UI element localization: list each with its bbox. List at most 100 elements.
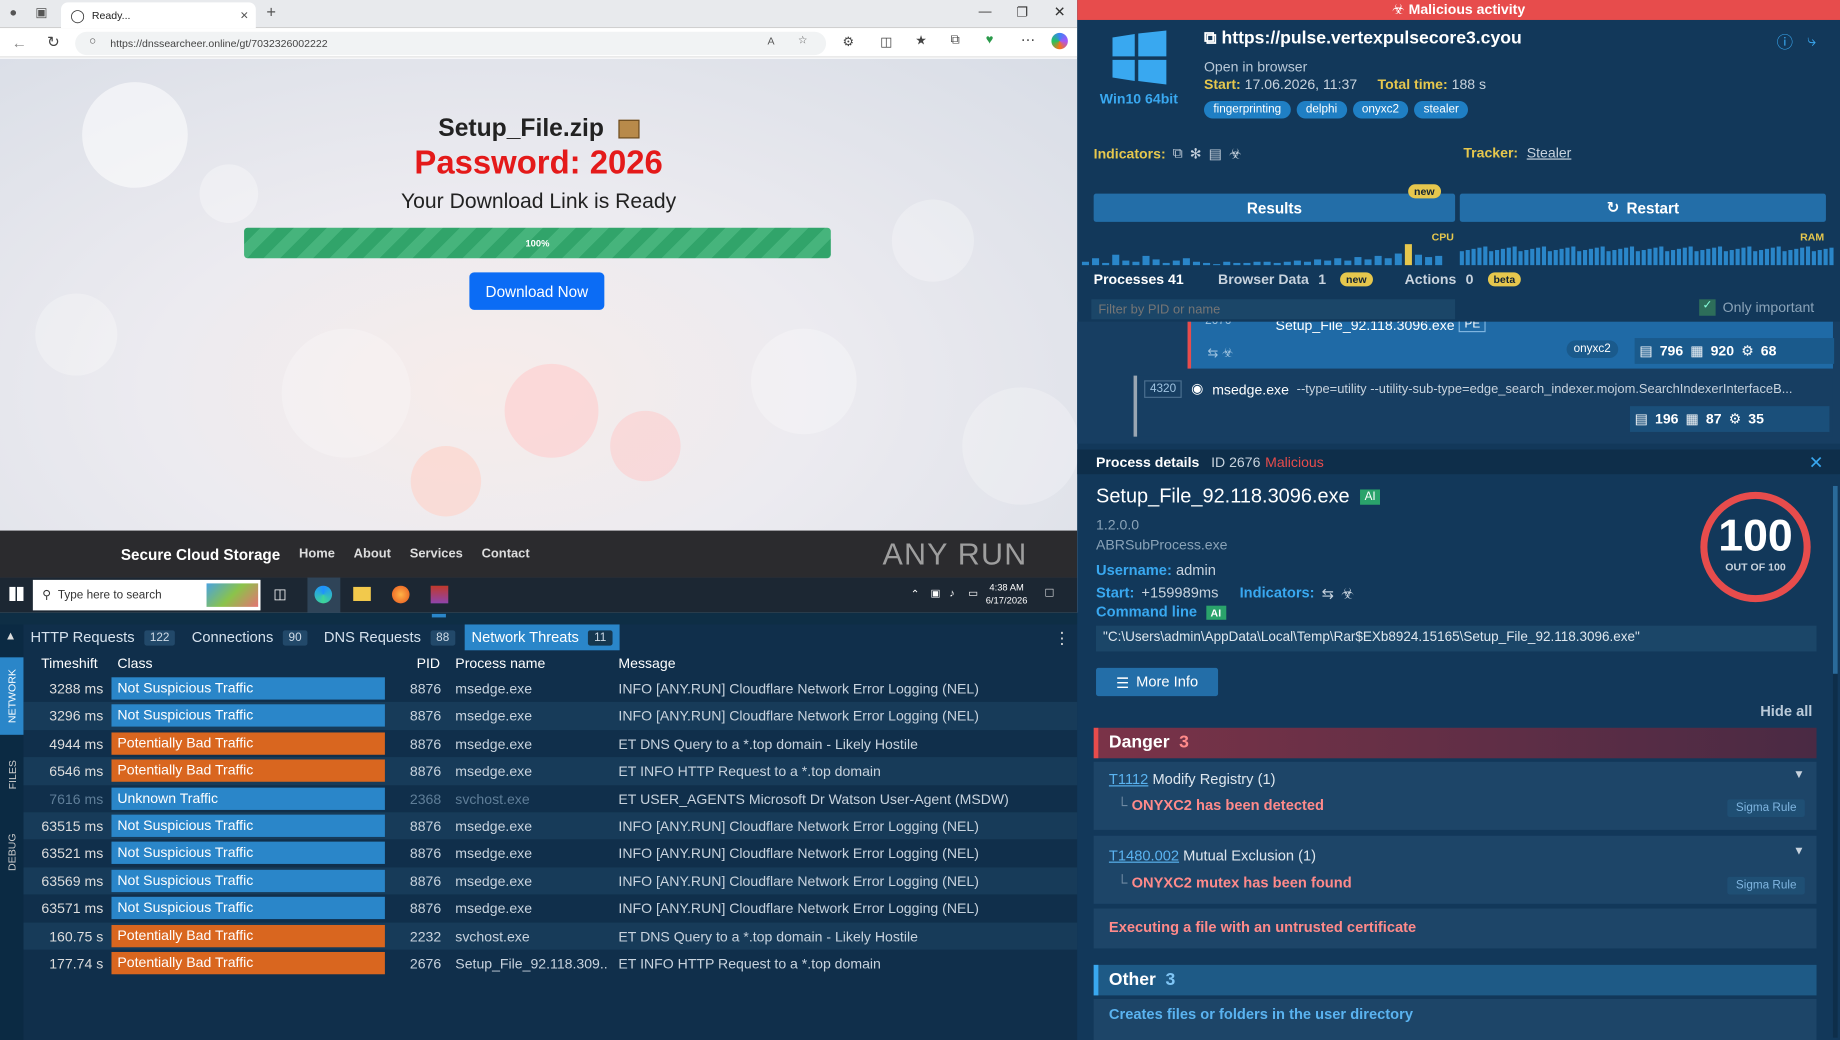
expand-chevron-icon[interactable]: ▼ xyxy=(1793,769,1805,782)
tab-http-requests[interactable]: HTTP Requests 122 xyxy=(23,624,182,650)
table-row[interactable]: 63569 ms Not Suspicious Traffic 8876 msedge… xyxy=(23,867,1078,895)
other-item-user-dir[interactable]: Creates files or folders in the user dir… xyxy=(1093,998,1817,1040)
side-tab-debug[interactable]: DEBUG xyxy=(0,819,23,885)
table-row[interactable]: 177.74 s Potentially Bad Traffic 2676 Setup… xyxy=(23,950,1077,977)
favorite-star-icon[interactable]: ☆ xyxy=(798,34,807,47)
checkbox-icon[interactable]: ✓ xyxy=(1699,299,1716,316)
hide-all-link[interactable]: Hide all xyxy=(1760,703,1812,719)
danger-item-untrusted-cert[interactable]: Executing a file with an untrusted certi… xyxy=(1093,908,1817,949)
table-row[interactable]: 6546 ms Potentially Bad Traffic 8876 msedge… xyxy=(23,757,1078,785)
table-row[interactable]: 160.75 s Potentially Bad Traffic 2232 svcho… xyxy=(23,922,1078,950)
tab-actions-icon[interactable]: ▣ xyxy=(35,5,47,20)
tab-actions[interactable]: Actions 0 beta xyxy=(1405,269,1522,290)
details-biohazard-icon[interactable]: ☣ xyxy=(1341,585,1354,602)
danger-item-t1112[interactable]: T1112 Modify Registry (1) ▼ └ ONYXC2 has… xyxy=(1093,761,1817,830)
details-scrollbar[interactable] xyxy=(1832,485,1838,1038)
share-icon[interactable]: ⤷ xyxy=(1807,31,1816,51)
network-icon[interactable]: ▣ xyxy=(931,587,941,600)
indicator-document-icon[interactable]: ▤ xyxy=(1209,145,1222,161)
process-row-4320[interactable]: 4320 ◉ msedge.exe --type=utility --utili… xyxy=(1133,375,1833,437)
taskbar-search[interactable]: ⚲ Type here to search xyxy=(32,579,261,611)
read-aloud-icon[interactable]: A xyxy=(767,35,774,47)
profile-icon[interactable]: ● xyxy=(9,6,17,20)
nav-contact[interactable]: Contact xyxy=(482,547,530,561)
task-view-icon[interactable]: ◫ xyxy=(273,586,286,602)
tab-network-threats[interactable]: Network Threats 11 xyxy=(464,624,620,651)
only-important-toggle[interactable]: ✓ Only important xyxy=(1699,299,1814,316)
table-row[interactable]: 63571 ms Not Suspicious Traffic 8876 msedge… xyxy=(23,895,1077,922)
file-explorer-icon[interactable] xyxy=(353,586,371,601)
task-url[interactable]: ⧉ https://pulse.vertexpulsecore3.cyou xyxy=(1204,28,1522,48)
restart-button[interactable]: ↻ Restart xyxy=(1459,193,1826,222)
danger-item-t1480[interactable]: T1480.002 Mutual Exclusion (1) ▼ └ ONYXC… xyxy=(1093,835,1817,904)
favorites-icon[interactable]: ★ xyxy=(915,33,927,48)
technique-t1112-link[interactable]: T1112 xyxy=(1109,771,1148,787)
table-row[interactable]: 4944 ms Potentially Bad Traffic 8876 msedge… xyxy=(23,730,1077,757)
tab-dns-requests[interactable]: DNS Requests 88 xyxy=(317,624,462,650)
proc1-tag[interactable]: onyxc2 xyxy=(1566,340,1618,359)
ai-badge[interactable]: AI xyxy=(1359,489,1381,505)
copy-icon[interactable]: ⧉ xyxy=(1204,28,1217,48)
collapse-up-icon[interactable]: ▲ xyxy=(5,630,17,643)
details-network-icon[interactable]: ⇆ xyxy=(1322,585,1334,602)
firefox-icon[interactable] xyxy=(391,585,410,604)
tab-connections[interactable]: Connections 90 xyxy=(185,624,315,650)
command-line-value[interactable]: "C:\Users\admin\AppData\Local\Temp\Rar$E… xyxy=(1096,625,1817,652)
volume-icon[interactable]: ♪ xyxy=(949,587,954,599)
side-tab-files[interactable]: FILES xyxy=(0,742,23,808)
info-icon[interactable]: ⓘ xyxy=(1777,31,1793,54)
edge-icon[interactable] xyxy=(314,585,333,604)
indicator-copy-icon[interactable]: ⧉ xyxy=(1173,144,1183,162)
more-info-button[interactable]: ☰ More Info xyxy=(1096,667,1219,697)
back-icon[interactable]: ← xyxy=(12,34,27,52)
display-icon[interactable]: ▭ xyxy=(968,587,978,600)
browser-essentials-icon[interactable]: ♥ xyxy=(986,33,994,47)
close-window-icon[interactable]: ✕ xyxy=(1054,4,1066,20)
process-filter-input[interactable] xyxy=(1091,299,1456,320)
panel-menu-icon[interactable]: ⋮ xyxy=(1054,627,1070,647)
table-row[interactable]: 3296 ms Not Suspicious Traffic 8876 msedge.… xyxy=(23,702,1078,730)
extensions-icon[interactable]: ⚙ xyxy=(843,34,855,49)
tab-processes[interactable]: Processes 41 xyxy=(1094,269,1184,290)
cmdline-ai-badge[interactable]: AI xyxy=(1205,605,1226,620)
tag-fingerprinting[interactable]: fingerprinting xyxy=(1203,100,1291,119)
tray-chevron-icon[interactable]: ⌃ xyxy=(911,588,920,601)
panel-separator[interactable] xyxy=(0,612,1078,625)
danger-section-header[interactable]: Danger 3 xyxy=(1093,727,1817,759)
sigma-rule-badge-2[interactable]: Sigma Rule xyxy=(1727,876,1805,895)
open-in-browser-link[interactable]: Open in browser xyxy=(1204,59,1307,75)
other-section-header[interactable]: Other 3 xyxy=(1093,964,1817,996)
taskbar-clock[interactable]: 4:38 AM 6/17/2026 xyxy=(986,581,1028,607)
table-row[interactable]: 63521 ms Not Suspicious Traffic 8876 msedge… xyxy=(23,840,1077,867)
results-button[interactable]: Results xyxy=(1093,193,1456,222)
tab-browser-data[interactable]: Browser Data 1 new xyxy=(1218,269,1373,290)
nav-home[interactable]: Home xyxy=(299,547,335,561)
table-row[interactable]: 63515 ms Not Suspicious Traffic 8876 msedge… xyxy=(23,812,1078,840)
process-row-2676[interactable]: 2676 Setup_File_92.118.3096.exe PE ⇆ ☣ o… xyxy=(1187,321,1835,369)
close-details-icon[interactable]: ✕ xyxy=(1809,451,1824,473)
nav-services[interactable]: Services xyxy=(410,547,463,561)
col-timeshift[interactable]: Timeshift xyxy=(41,655,98,671)
tag-delphi[interactable]: delphi xyxy=(1296,100,1347,119)
collections-icon[interactable]: ⧉ xyxy=(951,33,960,48)
table-row[interactable]: 3288 ms Not Suspicious Traffic 8876 msedge.… xyxy=(23,675,1077,702)
tag-onyxc2[interactable]: onyxc2 xyxy=(1352,100,1409,119)
browser-tab[interactable]: ◯ Ready... ✕ xyxy=(61,2,256,29)
split-screen-icon[interactable]: ◫ xyxy=(880,34,892,49)
technique-t1480-link[interactable]: T1480.002 xyxy=(1109,847,1179,863)
col-pid[interactable]: PID xyxy=(417,655,440,671)
sigma-rule-badge-1[interactable]: Sigma Rule xyxy=(1727,799,1805,817)
url-field[interactable]: ○ https://dnssearcheer.online/gt/7032326… xyxy=(75,31,827,56)
table-row[interactable]: 7616 ms Unknown Traffic 2368 svchost.exe ET … xyxy=(23,785,1077,812)
minimize-icon[interactable]: — xyxy=(979,5,992,19)
nav-about[interactable]: About xyxy=(354,547,391,561)
side-tab-network[interactable]: NETWORK xyxy=(0,657,24,735)
start-windows-icon[interactable] xyxy=(9,586,24,601)
copilot-icon[interactable] xyxy=(1051,32,1068,50)
col-process-name[interactable]: Process name xyxy=(455,655,545,671)
indicator-biohazard-icon[interactable]: ☣ xyxy=(1229,145,1242,161)
col-class[interactable]: Class xyxy=(117,655,152,671)
tracker-link[interactable]: Stealer xyxy=(1527,144,1572,160)
indicator-fingerprint-icon[interactable]: ✻ xyxy=(1190,145,1202,161)
col-message[interactable]: Message xyxy=(618,655,675,671)
